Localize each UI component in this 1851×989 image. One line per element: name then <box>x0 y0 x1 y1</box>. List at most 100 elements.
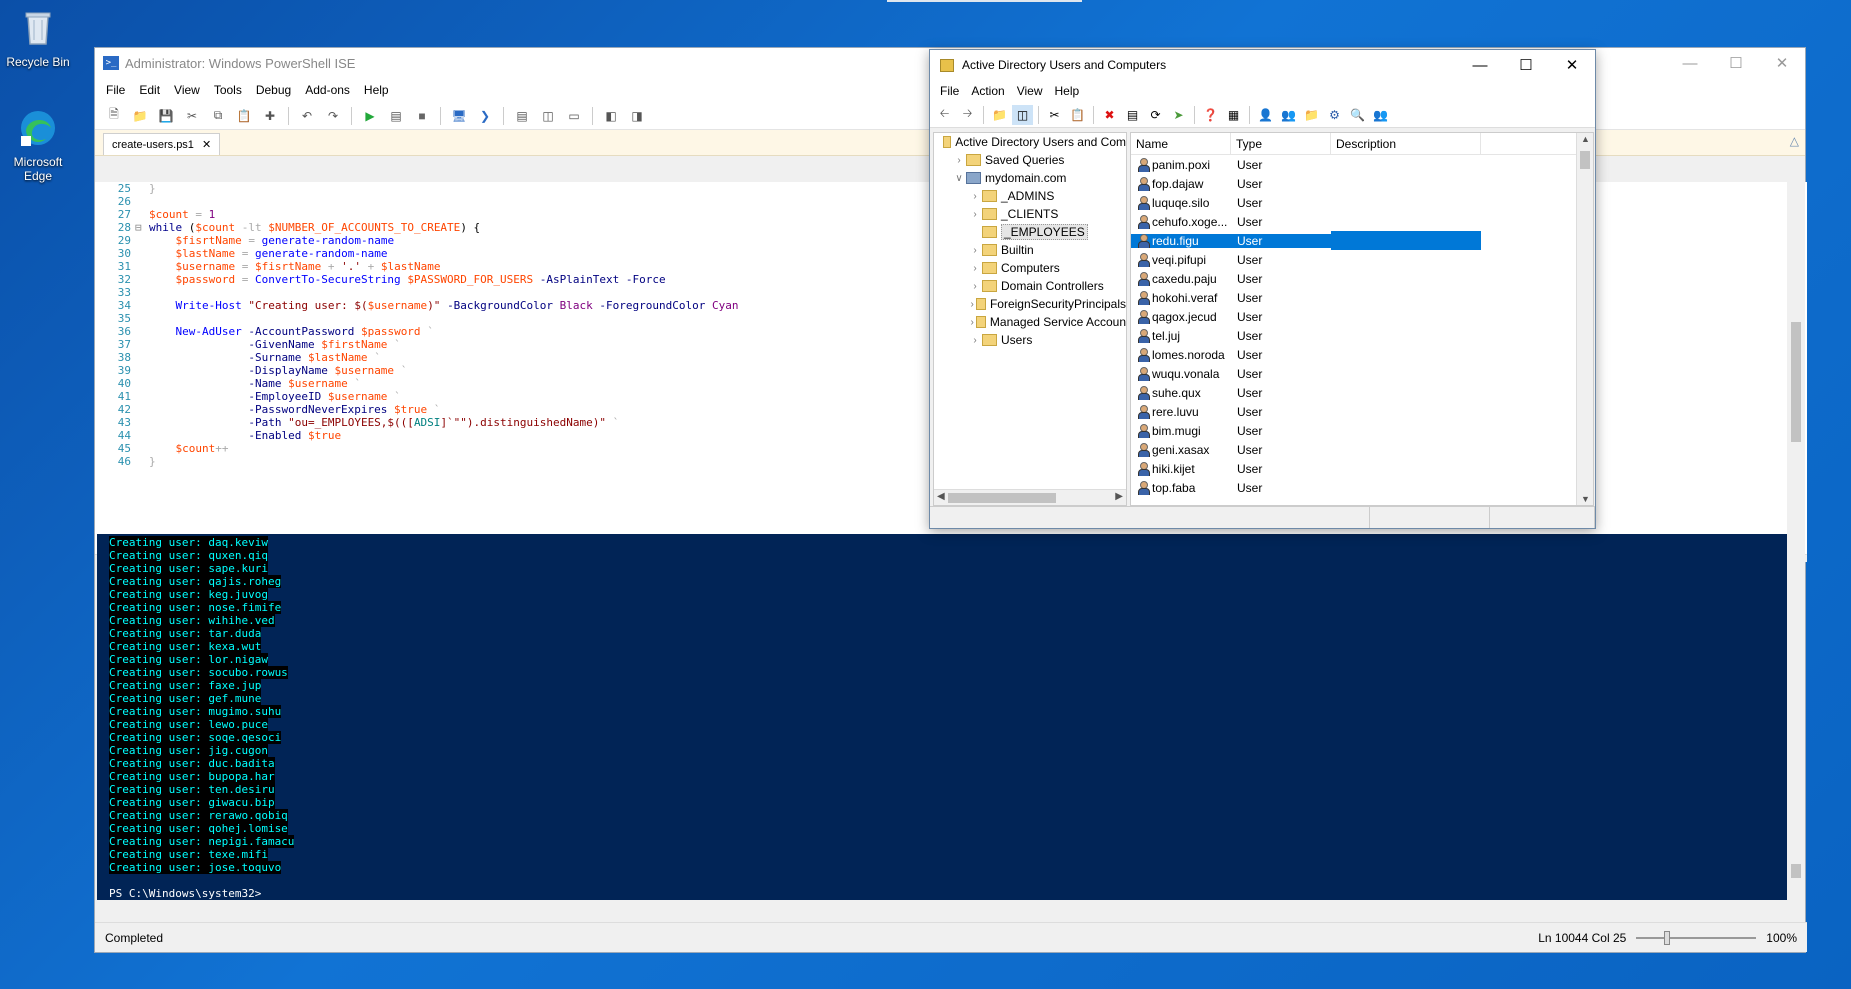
tree-node[interactable]: › Users <box>934 331 1126 349</box>
forward-arrow-icon[interactable]: 🡢 <box>957 105 978 125</box>
menu-help[interactable]: Help <box>357 83 396 97</box>
list-item[interactable]: hiki.kijet User <box>1131 459 1593 478</box>
tree-hscrollbar-thumb[interactable] <box>948 493 1056 503</box>
undo-icon[interactable]: ↶ <box>296 105 318 127</box>
listview-scrollbar-thumb[interactable] <box>1580 151 1590 169</box>
tree-node[interactable]: › ForeignSecurityPrincipals <box>934 295 1126 313</box>
scroll-right-icon[interactable]: ▶ <box>1115 491 1123 502</box>
layout-right-icon[interactable]: ◫ <box>537 105 559 127</box>
column-header-description[interactable]: Description <box>1331 133 1481 154</box>
list-item[interactable]: fop.dajaw User <box>1131 174 1593 193</box>
start-powershell-icon[interactable]: ❯ <box>474 105 496 127</box>
aduc-close-button[interactable]: ✕ <box>1549 50 1595 80</box>
list-item[interactable]: qagox.jecud User <box>1131 307 1593 326</box>
show-hide-action-pane-icon[interactable]: ▦ <box>1223 105 1244 125</box>
tab-create-users[interactable]: create-users.ps1 ✕ <box>103 133 221 155</box>
show-console-tree-icon[interactable]: ◫ <box>1012 104 1033 125</box>
tree-node[interactable]: › Builtin <box>934 241 1126 259</box>
save-icon[interactable]: 💾 <box>155 105 177 127</box>
menu-view[interactable]: View <box>167 83 207 97</box>
expand-chevron-icon[interactable]: › <box>952 155 966 166</box>
show-commands-icon[interactable]: ◧ <box>600 105 622 127</box>
tree-node[interactable]: ∨ mydomain.com <box>934 169 1126 187</box>
find-icon[interactable]: 🔍 <box>1347 105 1368 125</box>
export-list-icon[interactable]: ➤ <box>1168 105 1189 125</box>
list-item[interactable]: cehufo.xoge... User <box>1131 212 1593 231</box>
new-user-icon[interactable]: 👤 <box>1255 105 1276 125</box>
copy-icon[interactable]: ⧉ <box>207 105 229 127</box>
aduc-menu-file[interactable]: File <box>934 84 965 98</box>
maximize-button[interactable]: ☐ <box>1713 48 1759 78</box>
close-button[interactable]: ✕ <box>1759 48 1805 78</box>
expand-chevron-icon[interactable]: › <box>968 191 982 202</box>
list-item[interactable]: caxedu.paju User <box>1131 269 1593 288</box>
desktop-icon-microsoft-edge[interactable]: Microsoft Edge <box>0 108 76 183</box>
tree-node[interactable]: › _ADMINS <box>934 187 1126 205</box>
scroll-left-icon[interactable]: ◀ <box>937 491 945 502</box>
open-folder-icon[interactable]: 📁 <box>129 105 151 127</box>
tree-node[interactable]: › Domain Controllers <box>934 277 1126 295</box>
expand-chevron-icon[interactable]: › <box>968 245 982 256</box>
tree-hscrollbar[interactable]: ◀ ▶ <box>934 489 1126 505</box>
tree-node[interactable]: › Managed Service Accoun <box>934 313 1126 331</box>
aduc-menu-action[interactable]: Action <box>965 84 1010 98</box>
cut-icon[interactable]: ✂ <box>181 105 203 127</box>
list-item[interactable]: rere.luvu User <box>1131 402 1593 421</box>
paste-icon[interactable]: 📋 <box>1067 105 1088 125</box>
minimize-button[interactable]: — <box>1667 48 1713 78</box>
list-item[interactable]: panim.poxi User <box>1131 155 1593 174</box>
console-pane[interactable]: Creating user: daq.keviw Creating user: q… <box>97 534 1787 900</box>
expand-chevron-icon[interactable]: › <box>968 299 976 310</box>
paste-icon[interactable]: 📋 <box>233 105 255 127</box>
scroll-up-icon[interactable]: ▲ <box>1581 134 1590 144</box>
delete-icon[interactable]: ✖ <box>1099 105 1120 125</box>
menu-file[interactable]: File <box>99 83 132 97</box>
redo-icon[interactable]: ↷ <box>322 105 344 127</box>
tree-node[interactable]: _EMPLOYEES <box>934 223 1126 241</box>
scroll-down-icon[interactable]: ▼ <box>1581 494 1590 504</box>
editor-scrollbar[interactable] <box>1787 182 1805 554</box>
run-script-icon[interactable]: ▶ <box>359 105 381 127</box>
expand-chevron-icon[interactable]: › <box>968 281 982 292</box>
list-item[interactable]: luquqe.silo User <box>1131 193 1593 212</box>
menu-edit[interactable]: Edit <box>132 83 167 97</box>
collapse-pane-icon[interactable]: △ <box>1790 134 1799 148</box>
list-item[interactable]: bim.mugi User <box>1131 421 1593 440</box>
tree-node[interactable]: › Saved Queries <box>934 151 1126 169</box>
new-file-icon[interactable]: 🗎 <box>103 105 125 127</box>
clear-console-icon[interactable]: ✚ <box>259 105 281 127</box>
filter-icon[interactable]: ⚙ <box>1324 105 1345 125</box>
refresh-icon[interactable]: ⟳ <box>1145 105 1166 125</box>
editor-scrollbar-thumb[interactable] <box>1791 322 1801 442</box>
column-header-type[interactable]: Type <box>1231 133 1331 154</box>
help-icon[interactable]: ❓ <box>1200 105 1221 125</box>
properties-icon[interactable]: ▤ <box>1122 105 1143 125</box>
layout-max-icon[interactable]: ▭ <box>563 105 585 127</box>
layout-top-icon[interactable]: ▤ <box>511 105 533 127</box>
list-item[interactable]: geni.xasax User <box>1131 440 1593 459</box>
list-item[interactable]: wuqu.vonala User <box>1131 364 1593 383</box>
aduc-title-bar[interactable]: Active Directory Users and Computers — ☐… <box>930 50 1595 80</box>
column-header-name[interactable]: Name <box>1131 133 1231 154</box>
new-group-icon[interactable]: 👥 <box>1278 105 1299 125</box>
fold-toggle-icon[interactable]: ⊟ <box>135 221 149 234</box>
console-scrollbar-thumb[interactable] <box>1791 864 1801 878</box>
up-folder-icon[interactable]: 📁 <box>989 105 1010 125</box>
list-item[interactable]: tel.juj User <box>1131 326 1593 345</box>
menu-tools[interactable]: Tools <box>207 83 249 97</box>
remote-powershell-icon[interactable]: 🖥 <box>448 105 470 127</box>
collapse-chevron-icon[interactable]: ∨ <box>952 173 966 184</box>
list-item[interactable]: suhe.qux User <box>1131 383 1593 402</box>
expand-chevron-icon[interactable]: › <box>968 317 976 328</box>
list-item[interactable]: redu.figu User <box>1131 231 1593 250</box>
aduc-menu-view[interactable]: View <box>1011 84 1049 98</box>
tree-node[interactable]: Active Directory Users and Com <box>934 133 1126 151</box>
aduc-menu-help[interactable]: Help <box>1049 84 1086 98</box>
list-item[interactable]: veqi.pifupi User <box>1131 250 1593 269</box>
list-item[interactable]: top.faba User <box>1131 478 1593 497</box>
desktop-icon-recycle-bin[interactable]: Recycle Bin <box>0 8 76 69</box>
add-to-group-icon[interactable]: 👥 <box>1370 105 1391 125</box>
menu-debug[interactable]: Debug <box>249 83 298 97</box>
new-ou-icon[interactable]: 📁 <box>1301 105 1322 125</box>
menu-add-ons[interactable]: Add-ons <box>298 83 357 97</box>
